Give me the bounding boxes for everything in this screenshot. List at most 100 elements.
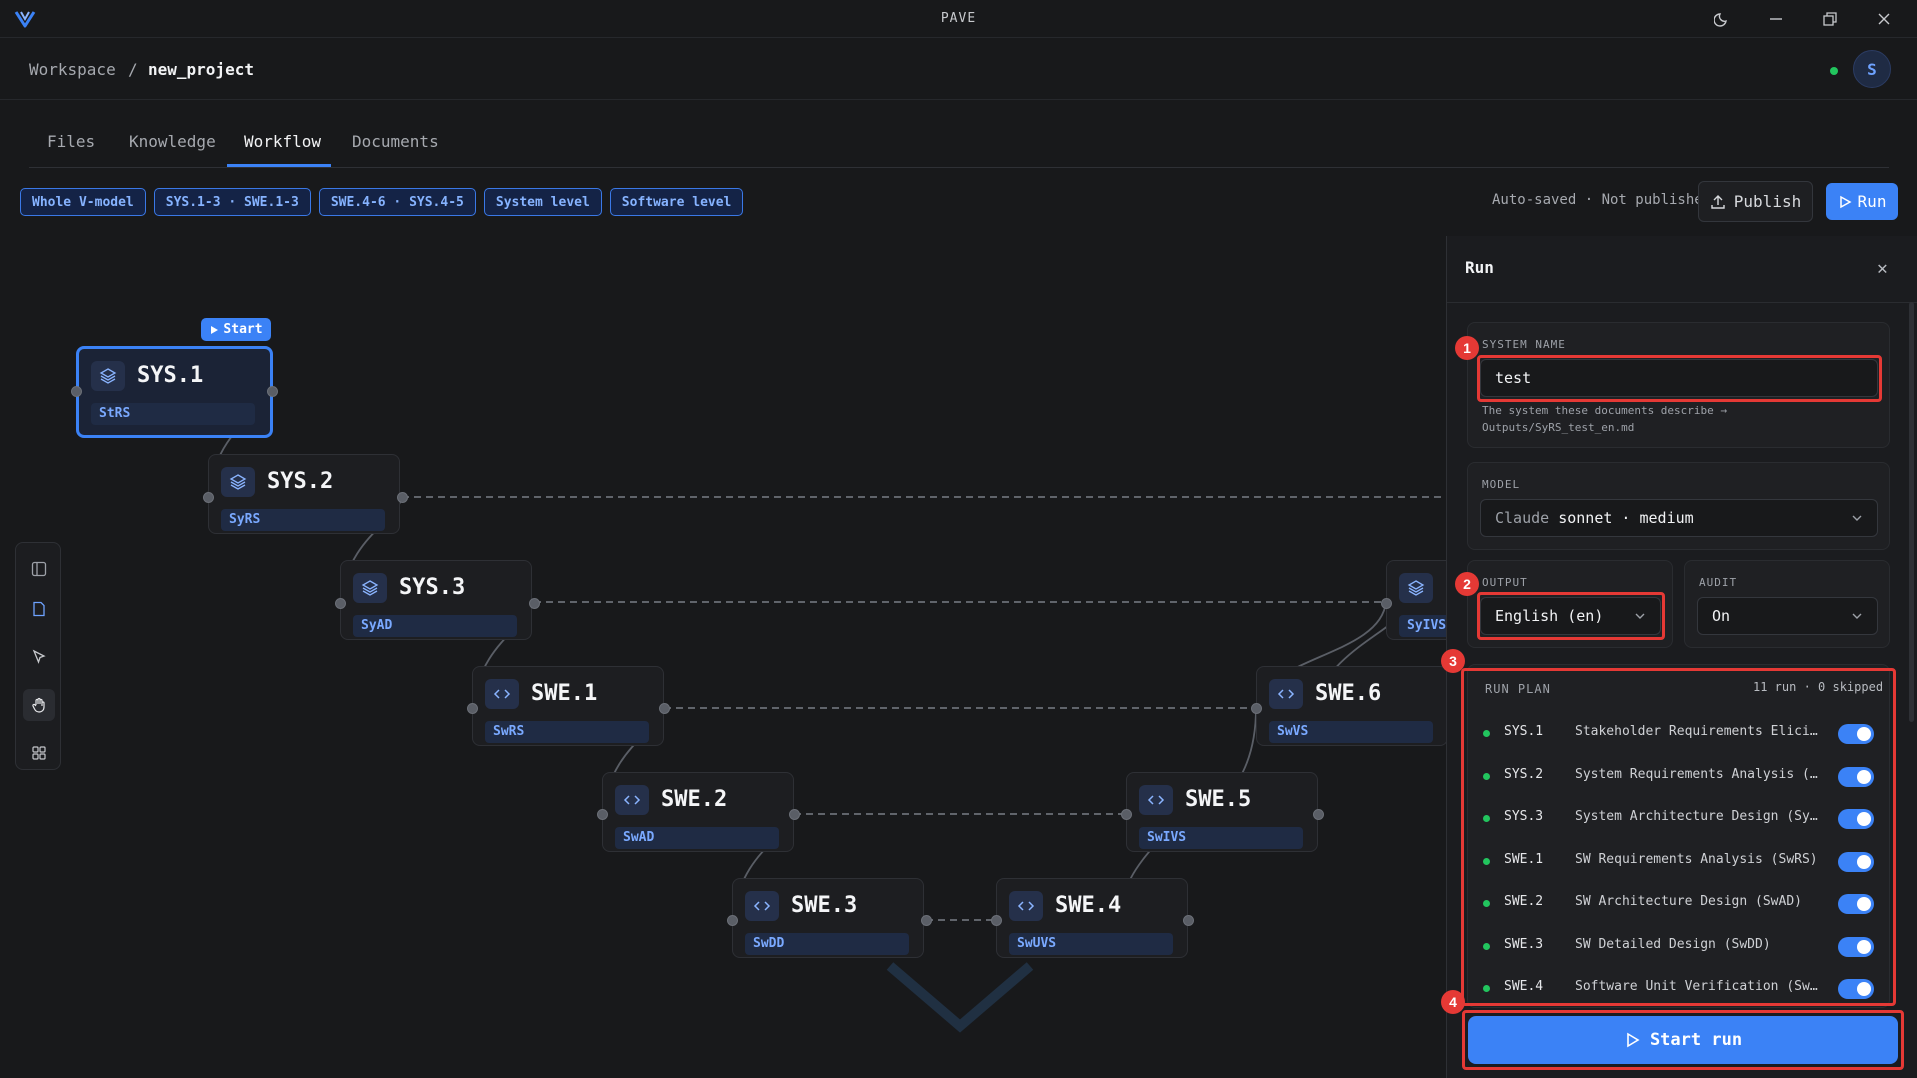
- close-icon[interactable]: ✕: [1877, 258, 1888, 279]
- node-sys1[interactable]: SYS.1 StRS: [76, 346, 273, 438]
- port[interactable]: [1313, 809, 1324, 820]
- port[interactable]: [467, 703, 478, 714]
- audit-value: On: [1712, 607, 1731, 625]
- port[interactable]: [529, 598, 540, 609]
- node-title: SWE.3: [791, 893, 858, 918]
- start-badge: Start: [201, 318, 271, 341]
- breadcrumb-root[interactable]: Workspace: [29, 60, 116, 79]
- system-name-help: The system these documents describe → Ou…: [1482, 402, 1727, 436]
- tab-files[interactable]: Files: [47, 132, 95, 151]
- node-swe2[interactable]: SWE.2 SwAD: [602, 772, 794, 852]
- port[interactable]: [1381, 598, 1392, 609]
- node-doc-label: SyAD: [353, 615, 517, 637]
- node-swe5[interactable]: SWE.5 SwIVS: [1126, 772, 1318, 852]
- annotation-box-2: [1477, 592, 1665, 640]
- annotation-box-1: [1477, 355, 1882, 402]
- audit-label: AUDIT: [1699, 576, 1738, 589]
- node-title: SWE.2: [661, 787, 728, 812]
- port[interactable]: [335, 598, 346, 609]
- online-status-dot: [1830, 67, 1838, 75]
- breadcrumb: Workspace / new_project: [0, 38, 1917, 100]
- chip-whole-v-model[interactable]: Whole V-model: [20, 188, 146, 216]
- node-doc-label: StRS: [91, 403, 255, 425]
- node-swe4[interactable]: SWE.4 SwUVS: [996, 878, 1188, 958]
- node-swe6[interactable]: SWE.6 SwVS: [1256, 666, 1446, 746]
- canvas-toolbar: [15, 542, 61, 770]
- start-badge-label: Start: [223, 322, 263, 337]
- port[interactable]: [659, 703, 670, 714]
- node-doc-label: SwUVS: [1009, 933, 1173, 955]
- node-swe1[interactable]: SWE.1 SwRS: [472, 666, 664, 746]
- node-doc-label: SwIVS: [1139, 827, 1303, 849]
- hand-pan-icon[interactable]: [23, 689, 55, 721]
- layers-icon: [1399, 573, 1433, 603]
- node-sys2[interactable]: SYS.2 SyRS: [208, 454, 400, 534]
- model-label: MODEL: [1482, 478, 1521, 491]
- port[interactable]: [267, 386, 278, 397]
- pointer-icon[interactable]: [23, 641, 55, 673]
- port[interactable]: [203, 492, 214, 503]
- play-icon: [1839, 195, 1852, 208]
- run-panel-title: Run: [1465, 258, 1494, 277]
- chip-sys1-3-swe1-3[interactable]: SYS.1-3 · SWE.1-3: [153, 188, 311, 216]
- grid-icon[interactable]: [23, 737, 55, 769]
- main-tabs: Files Knowledge Workflow Documents: [29, 112, 1889, 168]
- workflow-canvas[interactable]: SYS.1 StRS SYS.2 SyRS SYS.3 SyAD SWE.1 S…: [0, 236, 1446, 1078]
- node-doc-label: SwDD: [745, 933, 909, 955]
- minimize-icon[interactable]: [1753, 6, 1799, 32]
- audit-select[interactable]: On: [1697, 597, 1878, 635]
- node-title: SWE.6: [1315, 681, 1382, 706]
- run-button[interactable]: Run: [1826, 183, 1898, 220]
- port[interactable]: [597, 809, 608, 820]
- node-sys4[interactable]: SyIVS: [1386, 560, 1446, 640]
- publish-button[interactable]: Publish: [1698, 181, 1813, 222]
- divider: [1447, 302, 1917, 303]
- node-title: SWE.1: [531, 681, 598, 706]
- port[interactable]: [1183, 915, 1194, 926]
- port[interactable]: [1121, 809, 1132, 820]
- theme-toggle-icon[interactable]: [1699, 6, 1745, 32]
- port[interactable]: [991, 915, 1002, 926]
- code-icon: [485, 679, 519, 709]
- code-icon: [1139, 785, 1173, 815]
- publish-label: Publish: [1733, 192, 1802, 211]
- title-bar: PAVE: [0, 0, 1917, 38]
- chip-system-level[interactable]: System level: [483, 188, 602, 216]
- document-icon[interactable]: [23, 593, 55, 625]
- system-name-help-path: Outputs/SyRS_test_en.md: [1482, 421, 1635, 434]
- chip-software-level[interactable]: Software level: [609, 188, 744, 216]
- run-label: Run: [1857, 192, 1887, 211]
- chevron-down-icon: [1852, 613, 1862, 619]
- annotation-box-4: [1462, 1010, 1904, 1070]
- port[interactable]: [789, 809, 800, 820]
- node-title: SYS.1: [137, 363, 204, 388]
- layers-icon: [353, 573, 387, 603]
- model-value: sonnet · medium: [1558, 509, 1694, 527]
- node-doc-label: SwRS: [485, 721, 649, 743]
- port[interactable]: [921, 915, 932, 926]
- model-provider: Claude: [1495, 509, 1550, 527]
- model-select[interactable]: Claude sonnet · medium: [1480, 499, 1878, 537]
- node-doc-label: SyIVS: [1399, 615, 1446, 637]
- node-sys3[interactable]: SYS.3 SyAD: [340, 560, 532, 640]
- port[interactable]: [71, 386, 82, 397]
- avatar[interactable]: S: [1853, 50, 1891, 88]
- annotation-box-3: [1461, 668, 1896, 1006]
- node-doc-label: SyRS: [221, 509, 385, 531]
- annotation-badge-3: 3: [1441, 649, 1465, 673]
- port[interactable]: [397, 492, 408, 503]
- chip-swe4-6-sys4-5[interactable]: SWE.4-6 · SYS.4-5: [318, 188, 476, 216]
- close-window-icon[interactable]: [1861, 6, 1907, 32]
- sidebar-toggle-icon[interactable]: [23, 553, 55, 585]
- scope-chips: Whole V-model SYS.1-3 · SWE.1-3 SWE.4-6 …: [20, 188, 744, 216]
- restore-icon[interactable]: [1807, 6, 1853, 32]
- active-tab-indicator: [227, 164, 331, 167]
- panel-scrollbar[interactable]: [1909, 302, 1914, 722]
- tab-knowledge[interactable]: Knowledge: [129, 132, 216, 151]
- layers-icon: [91, 361, 125, 391]
- port[interactable]: [727, 915, 738, 926]
- port[interactable]: [1251, 703, 1262, 714]
- tab-documents[interactable]: Documents: [352, 132, 439, 151]
- tab-workflow[interactable]: Workflow: [244, 132, 321, 151]
- node-swe3[interactable]: SWE.3 SwDD: [732, 878, 924, 958]
